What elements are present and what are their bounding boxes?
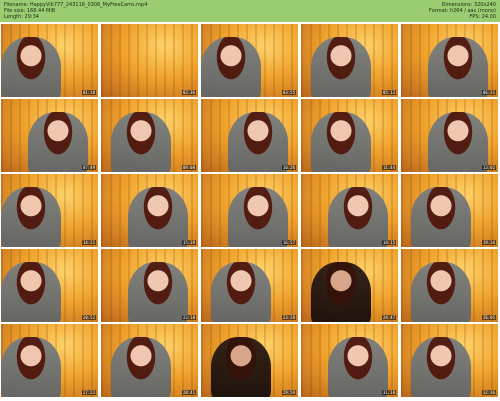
thumbnail-22[interactable]: 28:41 [101,324,198,397]
thumbnail-3[interactable]: 03:55 [201,24,298,97]
thumbnail-image [210,337,271,397]
thumbnail-image [110,337,171,397]
timestamp-label: 20:52 [81,315,96,320]
thumbnail-21[interactable]: 27:23 [1,324,98,397]
thumbnail-13[interactable]: 16:57 [201,174,298,247]
thumbnail-1[interactable]: 01:18 [1,24,98,97]
thumbnail-image [1,337,62,397]
timestamp-label: 29:59 [281,390,296,395]
thumbnail-15[interactable]: 19:34 [401,174,498,247]
thumbnail-image [410,337,471,397]
timestamp-label: 15:39 [181,240,196,245]
thumbnail-image [128,262,189,322]
timestamp-label: 28:41 [181,390,196,395]
thumbnail-8[interactable]: 10:26 [201,99,298,172]
metadata-right: Dimensions: 320x240 Format: h264 / aac (… [429,2,496,20]
thumbnail-image [228,112,289,172]
timestamp-label: 06:31 [481,90,496,95]
thumbnail-image [1,37,62,97]
thumbnail-image [310,37,371,97]
thumbnail-image [328,187,389,247]
thumbnail-image [328,337,389,397]
thumbnail-18[interactable]: 23:28 [201,249,298,322]
timestamp-label: 03:55 [281,90,296,95]
thumbnail-20[interactable]: 26:05 [401,249,498,322]
thumbnail-11[interactable]: 14:21 [1,174,98,247]
timestamp-label: 32:36 [481,390,496,395]
timestamp-label: 27:23 [81,390,96,395]
thumbnail-image [110,112,171,172]
thumbnail-image [1,262,62,322]
timestamp-label: 07:49 [81,165,96,170]
timestamp-label: 23:28 [281,315,296,320]
timestamp-label: 01:18 [81,90,96,95]
timestamp-label: 13:02 [481,165,496,170]
thumbnail-6[interactable]: 07:49 [1,99,98,172]
thumbnail-image [310,262,371,322]
timestamp-label: 31:18 [381,390,396,395]
thumbnail-image [128,187,189,247]
thumbnail-image [1,187,62,247]
thumbnail-image [428,112,489,172]
length-text: Length: 29:34 [4,14,39,20]
metadata-left: Filename: HappyVib777_243116_0306_MyFree… [4,2,147,20]
thumbnail-23[interactable]: 29:59 [201,324,298,397]
thumbnail-16[interactable]: 20:52 [1,249,98,322]
thumbnail-9[interactable]: 11:44 [301,99,398,172]
timestamp-label: 09:08 [181,165,196,170]
thumbnail-image [28,112,89,172]
metadata-header: Filename: HappyVib777_243116_0306_MyFree… [0,0,500,22]
thumbnail-24[interactable]: 31:18 [301,324,398,397]
thumbnail-19[interactable]: 24:47 [301,249,398,322]
thumbnail-image [228,187,289,247]
timestamp-label: 22:10 [181,315,196,320]
timestamp-label: 16:57 [281,240,296,245]
timestamp-label: 05:13 [381,90,396,95]
timestamp-label: 26:05 [481,315,496,320]
contact-sheet: Filename: HappyVib777_243116_0306_MyFree… [0,0,500,401]
timestamp-label: 11:44 [381,165,396,170]
thumbnail-12[interactable]: 15:39 [101,174,198,247]
thumbnail-image [210,262,271,322]
thumbnail-14[interactable]: 18:15 [301,174,398,247]
timestamp-label: 02:36 [181,90,196,95]
timestamp-label: 19:34 [481,240,496,245]
timestamp-label: 10:26 [281,165,296,170]
timestamp-label: 18:15 [381,240,396,245]
thumbnail-25[interactable]: 32:36 [401,324,498,397]
thumbnail-image [410,262,471,322]
thumbnail-2[interactable]: 02:36 [101,24,198,97]
thumbnail-image [310,112,371,172]
thumbnail-image [410,187,471,247]
thumbnail-4[interactable]: 05:13 [301,24,398,97]
thumbnail-10[interactable]: 13:02 [401,99,498,172]
fps-text: FPS: 24.00 [469,14,496,20]
thumbnail-image [428,37,489,97]
thumbnail-17[interactable]: 22:10 [101,249,198,322]
thumbnail-7[interactable]: 09:08 [101,99,198,172]
thumbnail-grid: 01:18 02:36 03:55 05:13 06:31 07:49 09:0… [1,24,499,400]
thumbnail-5[interactable]: 06:31 [401,24,498,97]
timestamp-label: 14:21 [81,240,96,245]
thumbnail-image [201,37,262,97]
timestamp-label: 24:47 [381,315,396,320]
